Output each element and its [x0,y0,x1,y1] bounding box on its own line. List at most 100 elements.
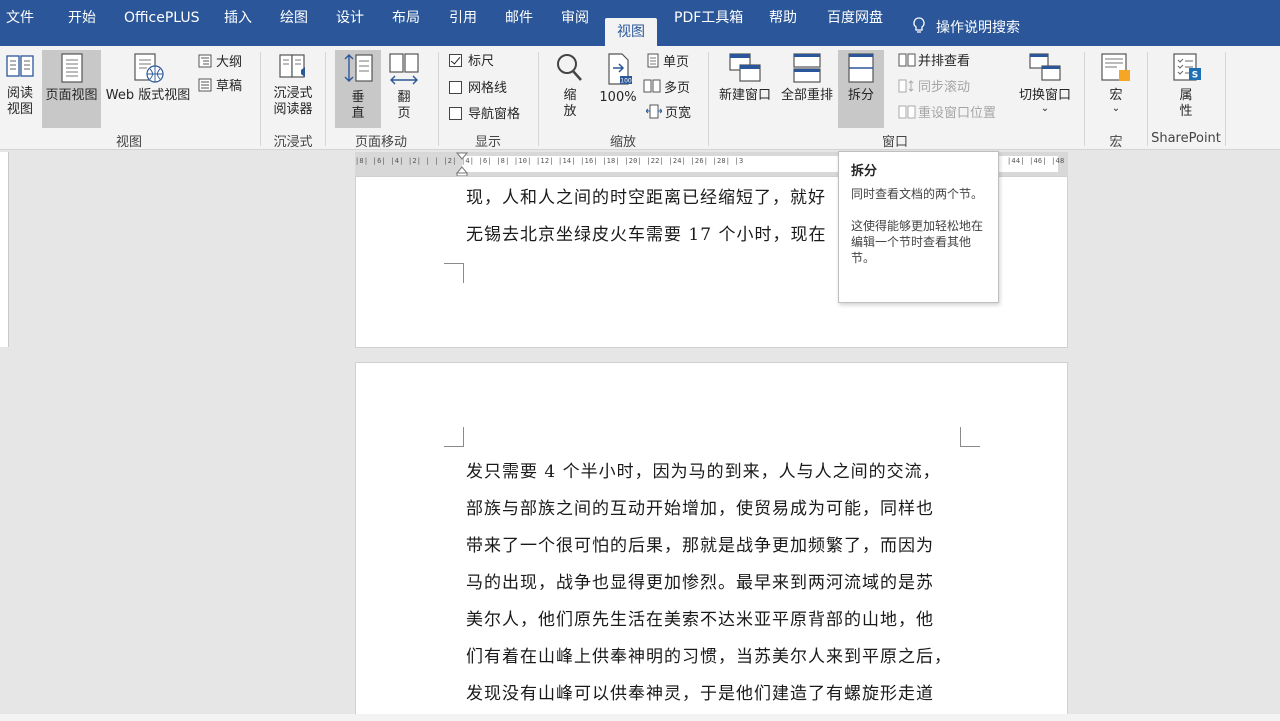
group-separator [1225,52,1226,146]
gridlines-checkbox[interactable]: 网格线 [449,81,507,97]
multi-page-button[interactable]: 多页 [643,79,690,97]
group-label-page-movement: 页面移动 [354,135,407,150]
body-text-line[interactable]: 马的出现，战争也显得更加惨烈。最早来到两河流域的是苏 [466,568,934,593]
body-text-line[interactable]: 现，人和人之间的时空距离已经缩短了，就好 [466,183,826,208]
reset-window-position-button[interactable]: 重设窗口位置 [898,105,996,122]
web-layout-label: Web 版式视图 [105,88,191,103]
ruler-checkbox[interactable]: 标尺 [449,54,494,70]
tab-view[interactable]: 视图 [605,18,657,46]
web-layout-button[interactable]: Web 版式视图 [103,50,193,104]
ruler-check-indicator [449,54,462,67]
immersive-reader-button[interactable]: 沉浸式 阅读器 [266,50,320,118]
one-page-button[interactable]: 单页 [646,53,689,71]
body-text-line[interactable]: 发只需要 4 个半小时，因为马的到来，人与人之间的交流， [466,457,941,482]
arrange-all-icon [793,53,821,83]
crop-mark [444,263,464,283]
gridlines-label: 网格线 [468,81,508,96]
switch-windows-button[interactable]: 切换窗口 ⌄ [1014,50,1076,114]
gridlines-check-indicator [449,81,462,94]
draft-icon [198,78,212,92]
zoom-100-button[interactable]: 100 100% [597,50,639,106]
group-separator [538,52,539,146]
group-separator [1084,52,1085,146]
arrange-all-button[interactable]: 全部重排 [778,50,836,104]
properties-label: 属 性 [1179,88,1193,119]
side-to-side-label: 翻 页 [397,90,411,121]
side-by-side-label: 并排查看 [918,54,971,69]
crop-mark [444,427,464,447]
tell-me-search[interactable]: 操作说明搜索 [912,0,1020,46]
group-label-macros: 宏 [1109,135,1123,150]
outline-button[interactable]: 大纲 [198,54,242,71]
outline-icon [198,54,212,68]
zoom-button[interactable]: 缩 放 [552,50,588,120]
web-layout-icon [134,53,164,83]
print-layout-button[interactable]: 页面视图 [42,50,101,128]
side-to-side-icon [389,53,419,85]
macros-label: 宏 [1109,88,1123,103]
tab-officeplus[interactable]: OfficePLUS [124,0,200,36]
immersive-reader-icon [279,54,305,78]
tab-pdf-tools[interactable]: PDF工具箱 [674,0,743,36]
vertical-scroll-button[interactable]: 垂 直 [335,50,381,128]
read-mode-button[interactable]: 阅读 视图 [2,50,38,118]
body-text-line[interactable]: 无锡去北京坐绿皮火车需要 17 个小时，现在 [466,220,826,245]
macros-button[interactable]: 宏 ⌄ [1094,50,1138,114]
body-text-line[interactable]: 们有着在山峰上供奉神明的习惯，当苏美尔人来到平原之后， [466,642,952,667]
read-mode-icon [6,55,34,77]
switch-windows-label: 切换窗口 [1018,88,1071,103]
chevron-down-icon: ⌄ [1111,103,1121,114]
tab-draw[interactable]: 绘图 [280,0,308,36]
body-text-line[interactable]: 部族与部族之间的互动开始增加，使贸易成为可能，同样也 [466,494,934,519]
vertical-ruler[interactable] [0,152,9,347]
draft-button[interactable]: 草稿 [198,78,242,95]
one-page-label: 单页 [663,55,690,70]
tab-references[interactable]: 引用 [449,0,477,36]
svg-text:S: S [1192,71,1198,81]
sync-scroll-button[interactable]: 同步滚动 [898,79,970,96]
new-window-label: 新建窗口 [718,88,771,103]
ruler-ticks-right: |44| |46| |48 [1007,157,1065,165]
tab-design[interactable]: 设计 [336,0,364,36]
side-by-side-icon [898,53,916,67]
draft-label: 草稿 [216,79,243,94]
new-window-button[interactable]: 新建窗口 [716,50,774,104]
outline-label: 大纲 [216,55,243,70]
group-label-show: 显示 [474,135,501,150]
crop-mark [960,427,980,447]
ribbon: 阅读 视图 页面视图 Web 版式视图 大纲 草稿 视图 沉浸式 阅读器 沉浸式… [0,46,1280,150]
tab-help[interactable]: 帮助 [769,0,797,36]
nav-pane-checkbox[interactable]: 导航窗格 [449,107,520,123]
group-label-views: 视图 [115,135,142,150]
zoom-100-label: 100% [599,90,637,105]
body-text-line[interactable]: 美尔人，他们原先生活在美索不达米亚平原背部的山地，他 [466,605,934,630]
page-width-button[interactable]: 页宽 [645,104,691,122]
body-text-line[interactable]: 发现没有山峰可以供奉神灵，于是他们建造了有螺旋形走道 [466,679,934,704]
tab-home[interactable]: 开始 [68,0,96,36]
split-button[interactable]: 拆分 [838,50,884,128]
tab-file[interactable]: 文件 [6,0,34,36]
tab-review[interactable]: 审阅 [561,0,589,36]
ruler-label: 标尺 [468,54,495,69]
side-by-side-button[interactable]: 并排查看 [898,53,970,70]
group-separator [260,52,261,146]
document-page[interactable]: 发只需要 4 个半小时，因为马的到来，人与人之间的交流， 部族与部族之间的互动开… [355,362,1068,721]
properties-icon: S [1173,53,1201,81]
body-text-line[interactable]: 带来了一个很可怕的后果，那就是战争更加频繁了，而因为 [466,531,934,556]
group-label-zoom: 缩放 [609,135,636,150]
search-label: 操作说明搜索 [936,20,1020,36]
tab-insert[interactable]: 插入 [224,0,252,36]
tab-baidu-netdisk[interactable]: 百度网盘 [827,0,883,36]
multi-page-label: 多页 [664,81,691,96]
side-to-side-button[interactable]: 翻 页 [384,50,424,122]
group-label-sharepoint: SharePoint [1151,131,1221,146]
tooltip-title: 拆分 [851,164,878,179]
group-separator [708,52,709,146]
properties-button[interactable]: S 属 性 [1162,50,1210,120]
reset-window-position-icon [898,105,916,119]
tab-mailings[interactable]: 邮件 [505,0,533,36]
magnifier-icon [557,54,582,81]
indent-marker-icon[interactable] [456,152,468,176]
split-tooltip: 拆分 同时查看文档的两个节。 这使得能够更加轻松地在编辑一个节时查看其他节。 [838,151,999,303]
tab-layout[interactable]: 布局 [392,0,420,36]
